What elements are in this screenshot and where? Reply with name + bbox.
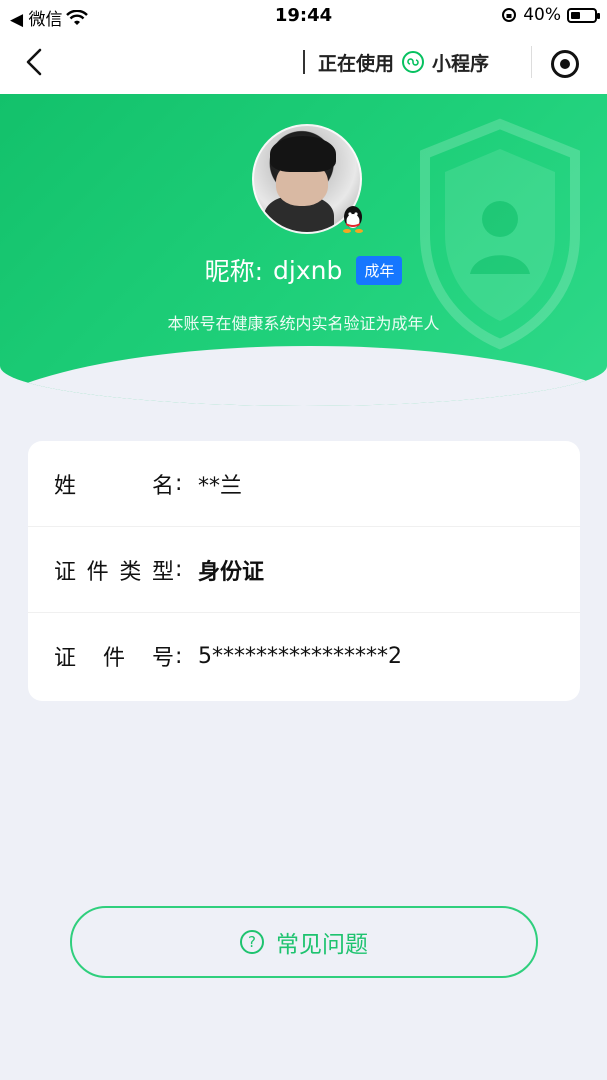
close-mini-program-icon[interactable] [551, 50, 579, 78]
mini-program-capsule[interactable]: 正在使用 小程序 [318, 40, 489, 84]
info-row-name: 姓 名 : **兰 [28, 441, 580, 527]
status-right: 40% [501, 5, 600, 25]
nav-divider [303, 50, 305, 74]
label-char: 名 [151, 473, 174, 499]
orientation-lock-icon [502, 8, 517, 22]
info-colon: : [175, 643, 183, 669]
status-bar: ◀ 微信 19:44 40% [0, 0, 607, 32]
nickname-row: 昵称: djxnb 成年 [0, 252, 607, 288]
info-row-id-number: 证 件 号 : 5****************2 [28, 613, 580, 699]
capsule-separator [531, 46, 532, 78]
qq-logo-icon [343, 206, 363, 233]
nickname-label: 昵称: [204, 257, 264, 286]
faq-label: 常见问题 [276, 932, 368, 958]
mini-program-icon [402, 51, 425, 73]
verification-note: 本账号在健康系统内实名验证为成年人 [167, 314, 440, 333]
label-char: 姓 [54, 473, 77, 499]
info-value-id-number: 5****************2 [198, 643, 402, 669]
nav-bar: 正在使用 小程序 [0, 32, 607, 94]
nickname-value: djxnb [273, 255, 343, 285]
info-value-id-type: 身份证 [198, 559, 265, 585]
label-char: 型 [151, 559, 174, 585]
label-char: 证 [54, 646, 77, 671]
in-use-label: 正在使用 [318, 52, 395, 75]
info-label: 姓 名 [54, 468, 174, 500]
profile-header: 昵称: djxnb 成年 本账号在健康系统内实名验证为成年人 [0, 94, 607, 406]
adult-badge: 成年 [356, 255, 403, 285]
back-arrow-icon[interactable] [18, 44, 54, 80]
info-label: 证 件 号 [54, 640, 174, 672]
question-icon: ? [240, 930, 264, 954]
info-row-id-type: 证 件 类 型 : 身份证 [28, 527, 580, 613]
identity-info-card: 姓 名 : **兰 证 件 类 型 : 身份证 证 件 号 : 5*******… [28, 441, 580, 701]
label-char: 件 [102, 646, 125, 671]
mini-program-label: 小程序 [432, 52, 490, 75]
label-char: 证 [54, 559, 77, 585]
battery-icon [567, 7, 600, 23]
battery-percent: 40% [523, 5, 561, 25]
info-colon: : [175, 557, 183, 582]
info-value-name: **兰 [198, 473, 243, 499]
label-char: 号 [151, 646, 174, 671]
faq-button[interactable]: ? 常见问题 [70, 906, 538, 978]
label-char: 件 [86, 559, 109, 585]
info-label: 证 件 类 型 [54, 554, 174, 586]
info-colon: : [175, 471, 183, 496]
label-char: 类 [119, 559, 142, 585]
